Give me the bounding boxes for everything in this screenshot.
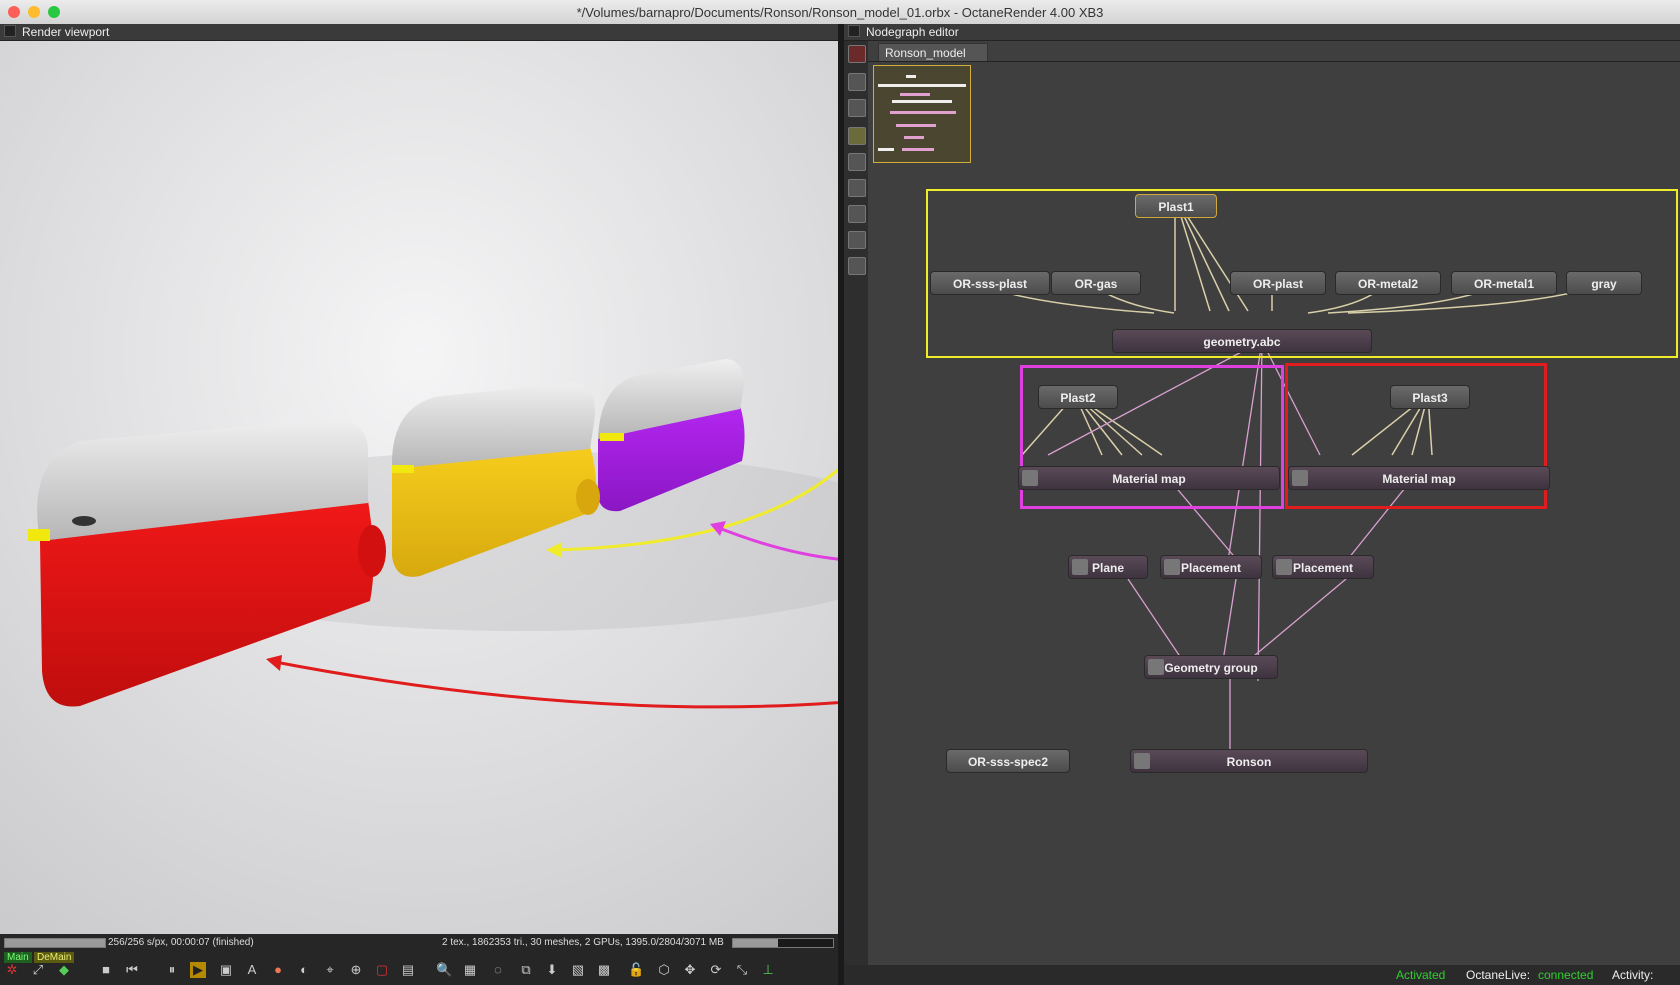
- node-label: Geometry group: [1164, 661, 1258, 675]
- grid-icon[interactable]: ▦: [462, 962, 478, 978]
- render-progress-bar: [4, 938, 106, 948]
- node-label: Ronson: [1226, 755, 1272, 769]
- cube-color-icon[interactable]: ◆: [56, 962, 72, 978]
- node-placement-1[interactable]: Placement: [1160, 555, 1262, 579]
- app-statusbar: Activated OctaneLive: connected Activity…: [844, 965, 1680, 985]
- node-plast2[interactable]: Plast2: [1038, 385, 1118, 409]
- display-icon[interactable]: ▣: [218, 962, 234, 978]
- material-map-icon: [1292, 470, 1308, 486]
- table-node-icon[interactable]: [848, 231, 866, 249]
- nodegraph-editor-title: Nodegraph editor: [866, 25, 959, 39]
- focus-picker-icon[interactable]: ⊕: [348, 962, 364, 978]
- node-plane[interactable]: Plane: [1068, 555, 1148, 579]
- node-wires: [971, 196, 1606, 751]
- node-label: Placement: [1292, 561, 1354, 575]
- node-label: Plane: [1091, 561, 1124, 575]
- arrange-nodes-icon[interactable]: [848, 73, 866, 91]
- restart-button[interactable]: ⏮: [124, 962, 140, 978]
- node-plast3[interactable]: Plast3: [1390, 385, 1470, 409]
- zoom-icon[interactable]: 🔍: [436, 962, 452, 978]
- window-title: */Volumes/barnapro/Documents/Ronson/Rons…: [576, 5, 1104, 20]
- geometry-group-icon: [1148, 659, 1164, 675]
- copy-icon[interactable]: ⧉: [518, 962, 534, 978]
- window-titlebar: */Volumes/barnapro/Documents/Ronson/Rons…: [0, 0, 1680, 25]
- geometry-node-icon[interactable]: [848, 205, 866, 223]
- panel-grip-icon: [4, 25, 16, 37]
- placement-icon: [1164, 559, 1180, 575]
- object-picker-icon[interactable]: ⌖: [322, 962, 338, 978]
- fit-view-icon[interactable]: ⤡: [734, 962, 750, 978]
- nodegraph-toolbar: [844, 41, 868, 985]
- octane-logo-icon[interactable]: ✲: [4, 962, 20, 978]
- node-geometry-group[interactable]: Geometry group: [1144, 655, 1278, 679]
- rendered-scene: [0, 41, 838, 934]
- plane-icon: [1072, 559, 1088, 575]
- axes-icon[interactable]: ⊥: [760, 962, 776, 978]
- play-button[interactable]: ▶: [190, 962, 206, 978]
- octanelive-label: OctaneLive:: [1466, 968, 1531, 982]
- nodegraph-canvas[interactable]: Ronson_model Plast1 OR-sss-plast OR-gas …: [868, 41, 1680, 985]
- stop-button[interactable]: ■: [98, 962, 114, 978]
- minimap-toggle-icon[interactable]: [848, 127, 866, 145]
- render-stats-left: 256/256 s/px, 00:00:07 (finished): [108, 937, 254, 948]
- render-status-line: 256/256 s/px, 00:00:07 (finished) 2 tex.…: [0, 934, 838, 952]
- grid-node-icon[interactable]: [848, 257, 866, 275]
- render-viewport-header: Render viewport: [0, 24, 838, 41]
- node-or-sss-spec2[interactable]: OR-sss-spec2: [946, 749, 1070, 773]
- node-or-plast[interactable]: OR-plast: [1230, 271, 1326, 295]
- fit-nodes-icon[interactable]: [848, 99, 866, 117]
- memory-usage-fill: [733, 939, 778, 947]
- pan-icon[interactable]: ✥: [682, 962, 698, 978]
- node-material-map-2[interactable]: Material map: [1288, 466, 1550, 490]
- node-label: Material map: [1382, 472, 1456, 486]
- render-viewport-title: Render viewport: [22, 25, 110, 39]
- activation-status: Activated: [1396, 968, 1446, 982]
- cube-icon[interactable]: ⬡: [656, 962, 672, 978]
- panel-grip-icon: [848, 25, 860, 37]
- render-viewport-panel: Render viewport 256/256 s/px, 00:00:07 (…: [0, 24, 838, 985]
- render-stats-right: 2 tex., 1862353 tri., 30 meshes, 2 GPUs,…: [442, 937, 724, 948]
- node-or-sss-plast[interactable]: OR-sss-plast: [930, 271, 1050, 295]
- color-picker-icon[interactable]: ●: [270, 962, 286, 978]
- node-gray[interactable]: gray: [1566, 271, 1642, 295]
- region-icon[interactable]: ⤢: [30, 962, 46, 978]
- node-plast1[interactable]: Plast1: [1135, 194, 1217, 218]
- node-label: Placement: [1180, 561, 1242, 575]
- memory-usage-bar: [732, 938, 834, 948]
- node-material-map-1[interactable]: Material map: [1018, 466, 1280, 490]
- clay-render-icon[interactable]: ▩: [596, 962, 612, 978]
- node-ronson[interactable]: Ronson: [1130, 749, 1368, 773]
- placement-icon: [1276, 559, 1292, 575]
- octane-node-icon[interactable]: [848, 45, 866, 63]
- node-label: Material map: [1112, 472, 1186, 486]
- orbit-icon[interactable]: ⟳: [708, 962, 724, 978]
- render-target-icon: [1134, 753, 1150, 769]
- node-or-metal1[interactable]: OR-metal1: [1451, 271, 1557, 295]
- activity-label: Activity:: [1612, 968, 1654, 982]
- layers-icon[interactable]: ▧: [570, 962, 586, 978]
- material-map-icon: [1022, 470, 1038, 486]
- render-progress-fill: [5, 939, 105, 947]
- render-toolbar: Main DeMain ✲ ⤢ ◆ ■ ⏮ ⏸ ▶ ▣ A ● ◐ ⌖ ⊕ ▢ …: [0, 952, 838, 985]
- lock-viewport-icon[interactable]: 🔓: [628, 962, 644, 978]
- material-node-icon[interactable]: [848, 153, 866, 171]
- nodegraph-editor-header: Nodegraph editor: [844, 24, 1680, 41]
- node-geometry-abc[interactable]: geometry.abc: [1112, 329, 1372, 353]
- pause-button[interactable]: ⏸: [164, 962, 180, 978]
- download-icon[interactable]: ⬇: [544, 962, 560, 978]
- lock-icon[interactable]: ◌: [490, 962, 506, 978]
- film-region-icon[interactable]: ▤: [400, 962, 416, 978]
- node-or-gas[interactable]: OR-gas: [1051, 271, 1141, 295]
- texture-node-icon[interactable]: [848, 179, 866, 197]
- render-image[interactable]: [0, 41, 838, 934]
- region-render-icon[interactable]: ▢: [374, 962, 390, 978]
- octanelive-status: connected: [1538, 968, 1594, 982]
- node-placement-2[interactable]: Placement: [1272, 555, 1374, 579]
- nodegraph-editor-panel: Nodegraph editor Ronson_model Plast1 OR-…: [844, 24, 1680, 985]
- material-picker-icon[interactable]: ◐: [296, 962, 312, 978]
- autofocus-icon[interactable]: A: [244, 962, 260, 978]
- node-or-metal2[interactable]: OR-metal2: [1335, 271, 1441, 295]
